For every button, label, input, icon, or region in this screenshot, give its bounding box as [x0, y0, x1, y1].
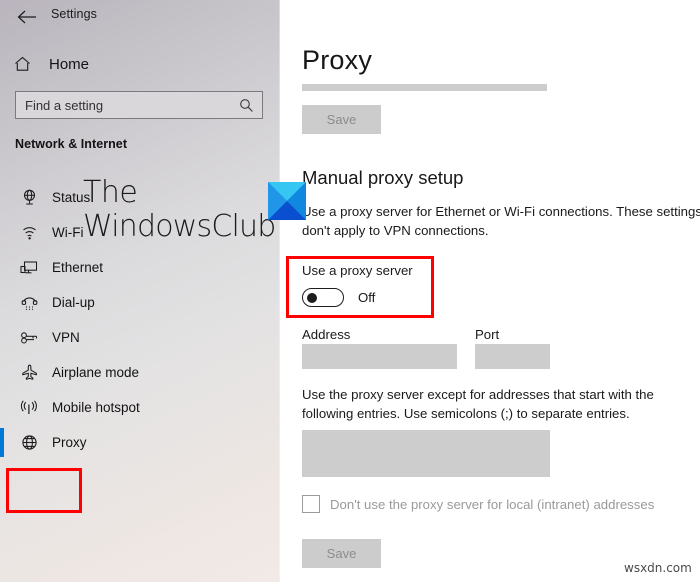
- vpn-key-icon: [16, 331, 42, 345]
- watermark-line2: WindowsClub: [83, 209, 276, 244]
- selection-indicator: [0, 428, 4, 457]
- sidebar-item-label: VPN: [52, 330, 80, 345]
- watermark-site: wsxdn.com: [624, 561, 692, 575]
- sidebar-item-mobile-hotspot[interactable]: Mobile hotspot: [0, 390, 280, 425]
- window-title: Settings: [51, 7, 97, 21]
- port-label: Port: [475, 327, 500, 342]
- section-heading-manual-proxy: Manual proxy setup: [302, 167, 464, 188]
- bypass-local-checkbox-row[interactable]: Don't use the proxy server for local (in…: [302, 495, 654, 513]
- content-panel: Proxy Save Manual proxy setup Use a prox…: [280, 0, 700, 582]
- search-input[interactable]: Find a setting: [15, 91, 263, 119]
- use-proxy-server-label: Use a proxy server: [302, 263, 413, 278]
- address-input[interactable]: [302, 344, 457, 369]
- watermark-text: The WindowsClub: [83, 175, 276, 244]
- sidebar-item-dialup[interactable]: Dial-up: [0, 285, 280, 320]
- save-button-top[interactable]: Save: [302, 105, 381, 134]
- sidebar-item-label: Wi-Fi: [52, 225, 84, 240]
- sidebar: Settings Home Find a setting Network & I…: [0, 0, 280, 582]
- sidebar-item-label: Airplane mode: [52, 365, 140, 380]
- back-arrow-icon[interactable]: [14, 5, 40, 29]
- sidebar-item-label: Mobile hotspot: [52, 400, 140, 415]
- save-button-bottom[interactable]: Save: [302, 539, 381, 568]
- home-label: Home: [49, 55, 90, 73]
- bypass-local-label: Don't use the proxy server for local (in…: [330, 496, 655, 512]
- sidebar-item-proxy[interactable]: Proxy: [0, 425, 280, 460]
- dialup-phone-icon: [16, 295, 42, 311]
- watermark-line1: The: [83, 175, 138, 210]
- use-proxy-server-toggle-row[interactable]: Off: [302, 288, 375, 307]
- sidebar-item-airplane-mode[interactable]: Airplane mode: [0, 355, 280, 390]
- bypass-local-checkbox[interactable]: [302, 495, 320, 513]
- sidebar-category-label: Network & Internet: [15, 137, 128, 151]
- title-bar: Settings: [0, 0, 280, 34]
- exceptions-description: Use the proxy server except for addresse…: [302, 387, 654, 421]
- port-input[interactable]: [475, 344, 550, 369]
- sidebar-item-vpn[interactable]: VPN: [0, 320, 280, 355]
- ethernet-icon: [16, 260, 42, 276]
- redacted-text-bar: [302, 84, 547, 91]
- settings-window: Settings Home Find a setting Network & I…: [0, 0, 700, 582]
- manual-proxy-description: Use a proxy server for Ethernet or Wi-Fi…: [302, 204, 700, 238]
- windowsclub-logo-icon: [268, 182, 306, 220]
- use-proxy-server-toggle[interactable]: [302, 288, 344, 307]
- sidebar-item-home[interactable]: Home: [0, 51, 280, 77]
- sidebar-item-label: Dial-up: [52, 295, 95, 310]
- globe-proxy-icon: [16, 434, 42, 451]
- hotspot-icon: [16, 399, 42, 416]
- home-icon: [14, 56, 44, 72]
- toggle-knob: [307, 292, 317, 303]
- page-title: Proxy: [302, 45, 373, 75]
- exceptions-input[interactable]: [302, 430, 550, 477]
- sidebar-item-ethernet[interactable]: Ethernet: [0, 250, 280, 285]
- wifi-icon: [16, 225, 42, 241]
- search-placeholder: Find a setting: [25, 97, 104, 113]
- airplane-icon: [16, 364, 42, 381]
- address-label: Address: [302, 327, 351, 342]
- sidebar-item-label: Proxy: [52, 435, 87, 450]
- toggle-state-label: Off: [358, 290, 376, 305]
- sidebar-item-label: Ethernet: [52, 260, 104, 275]
- globe-status-icon: [16, 189, 42, 206]
- search-icon[interactable]: [239, 98, 254, 113]
